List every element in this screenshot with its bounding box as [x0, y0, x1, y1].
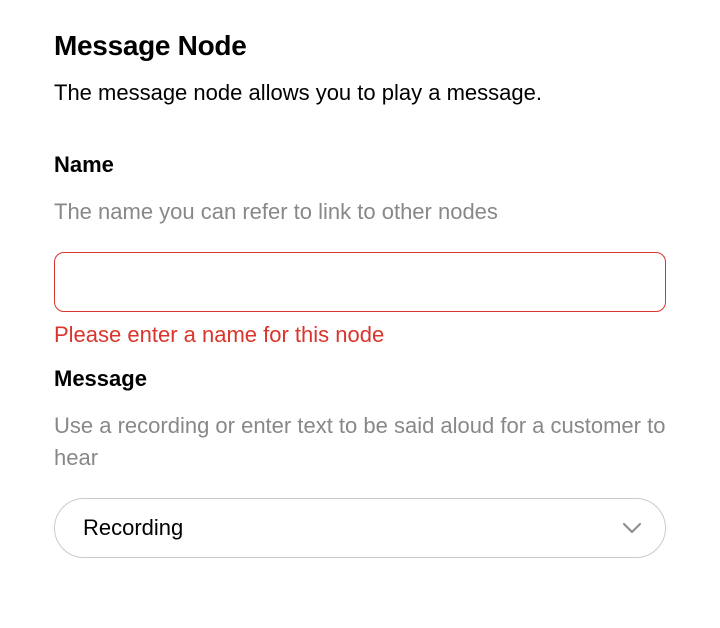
message-select-value: Recording	[83, 515, 183, 541]
message-select-wrapper: Recording	[54, 498, 666, 558]
message-field-group: Message Use a recording or enter text to…	[54, 366, 666, 558]
message-hint: Use a recording or enter text to be said…	[54, 410, 666, 474]
message-label: Message	[54, 366, 666, 392]
name-error-text: Please enter a name for this node	[54, 322, 666, 348]
name-field-group: Name The name you can refer to link to o…	[54, 152, 666, 348]
name-label: Name	[54, 152, 666, 178]
page-title: Message Node	[54, 30, 666, 62]
name-hint: The name you can refer to link to other …	[54, 196, 666, 228]
page-description: The message node allows you to play a me…	[54, 80, 666, 106]
name-input[interactable]	[54, 252, 666, 312]
message-select[interactable]: Recording	[54, 498, 666, 558]
